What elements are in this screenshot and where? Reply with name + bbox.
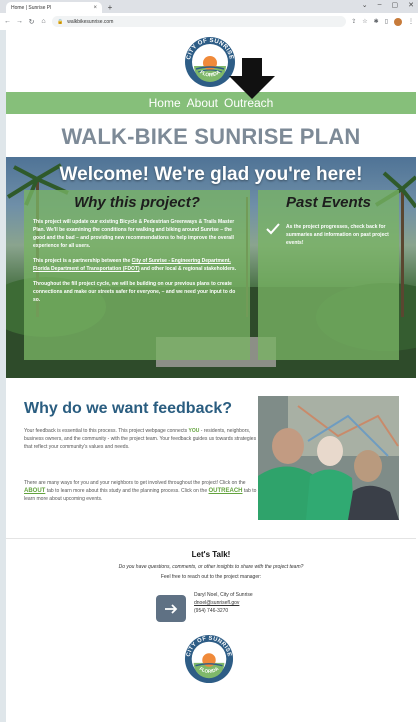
footer-logo[interactable]: CITY OF SUNRISE FLORIDA (184, 634, 234, 684)
outreach-link[interactable]: OUTREACH (209, 488, 243, 494)
hero-banner: Welcome! We're glad you're here! Why thi… (6, 157, 416, 378)
city-seal-icon: CITY OF SUNRISE FLORIDA (184, 634, 234, 684)
past-events-text: As the project progresses, check back fo… (286, 224, 389, 246)
contact-heading: Let's Talk! (191, 550, 231, 559)
forward-icon[interactable]: → (16, 18, 23, 25)
close-window-icon[interactable]: ✕ (408, 1, 414, 9)
feedback-paragraph-2: There are many ways for you and your nei… (24, 479, 258, 503)
contact-arrow-button[interactable] (156, 595, 186, 622)
hero-title: Welcome! We're glad you're here! (59, 164, 363, 185)
checkmark-icon (266, 223, 280, 235)
web-page: CITY OF SUNRISE FLORIDA Home About Outre… (6, 30, 416, 722)
browser-tab[interactable]: Home | Sunrise Pl × (6, 2, 102, 13)
minimize-icon[interactable]: – (378, 1, 382, 9)
nav-home[interactable]: Home (149, 96, 181, 110)
address-bar[interactable]: 🔒 walkbikesunrise.com (52, 16, 347, 27)
page-title: WALK-BIKE SUNRISE PLAN (61, 124, 361, 149)
why-project-heading: Why this project? (74, 194, 200, 211)
tab-title: Home | Sunrise Pl (11, 4, 52, 11)
why-paragraph-2: This project is a partnership between th… (24, 257, 250, 273)
why-project-card: Why this project? This project will upda… (24, 190, 250, 360)
menu-icon[interactable]: ⋮ (408, 18, 414, 25)
new-tab-button[interactable]: + (104, 2, 116, 13)
tab-search-icon[interactable]: ⌄ (362, 1, 368, 9)
main-nav: Home About Outreach (6, 92, 416, 114)
why-paragraph-1: This project will update our existing Bi… (33, 219, 235, 249)
feedback-heading: Why do we want feedback? (24, 400, 233, 417)
community-meeting-photo (258, 396, 399, 520)
toolbar-icons: ⇪ ☆ ✱ ▯ ⋮ (351, 17, 414, 26)
contact-reach-text: Feel free to reach out to the project ma… (160, 574, 262, 580)
contact-email[interactable]: dnoel@sunrisefl.gov (194, 599, 253, 607)
browser-toolbar: ← → ↻ ⌂ 🔒 walkbikesunrise.com ⇪ ☆ ✱ ▯ ⋮ (0, 13, 418, 30)
tab-close-icon[interactable]: × (93, 5, 97, 11)
why-paragraph-3: Throughout the fill project cycle, we wi… (33, 281, 236, 303)
fb-you: YOU (188, 428, 200, 434)
url-text: walkbikesunrise.com (67, 18, 114, 25)
contact-phone: (954) 746-3270 (194, 608, 229, 614)
browser-chrome: Home | Sunrise Pl × + ⌄ – ▢ ✕ ← → ↻ ⌂ 🔒 … (0, 0, 418, 30)
contact-name: Daryl Noel (194, 592, 218, 598)
fb-p2-a: There are many ways for you and your nei… (24, 480, 246, 486)
contact-question: Do you have questions, comments, or othe… (118, 564, 304, 570)
star-icon[interactable]: ☆ (362, 18, 367, 25)
reload-icon[interactable]: ↻ (28, 18, 35, 26)
past-events-card: Past Events As the project progresses, c… (258, 190, 399, 360)
feedback-paragraph-1: Your feedback is essential to this proce… (24, 427, 258, 451)
home-icon[interactable]: ⌂ (40, 18, 47, 25)
contact-info: Daryl Noel, City of Sunrise dnoel@sunris… (194, 591, 253, 615)
back-icon[interactable]: ← (4, 18, 11, 25)
sidebar-icon[interactable]: ▯ (385, 18, 388, 25)
contact-org: , City of Sunrise (217, 592, 253, 598)
arrow-right-icon (165, 603, 178, 614)
extensions-icon[interactable]: ✱ (374, 18, 379, 25)
contact-name-line: Daryl Noel, City of Sunrise (194, 591, 253, 599)
window-controls: ⌄ – ▢ ✕ (362, 1, 414, 9)
arrow-down-icon (229, 58, 275, 99)
share-icon[interactable]: ⇪ (351, 18, 356, 25)
why-p2-text-a: This project is a partnership between th… (33, 258, 132, 264)
profile-avatar[interactable] (394, 17, 402, 26)
fb-p2-b: tab to learn more about this study and t… (45, 488, 209, 494)
about-link[interactable]: ABOUT (24, 488, 45, 494)
nav-about[interactable]: About (187, 96, 218, 110)
past-events-heading: Past Events (285, 194, 372, 211)
why-p2-text-b: and other local & regional stakeholders. (139, 266, 237, 272)
section-divider (6, 538, 416, 539)
lock-icon: 🔒 (57, 18, 64, 25)
maximize-icon[interactable]: ▢ (392, 1, 399, 9)
fb-p1-a: Your feedback is essential to this proce… (24, 428, 189, 434)
tab-bar: Home | Sunrise Pl × + ⌄ – ▢ ✕ (0, 0, 418, 13)
photo-illustration (258, 396, 399, 520)
